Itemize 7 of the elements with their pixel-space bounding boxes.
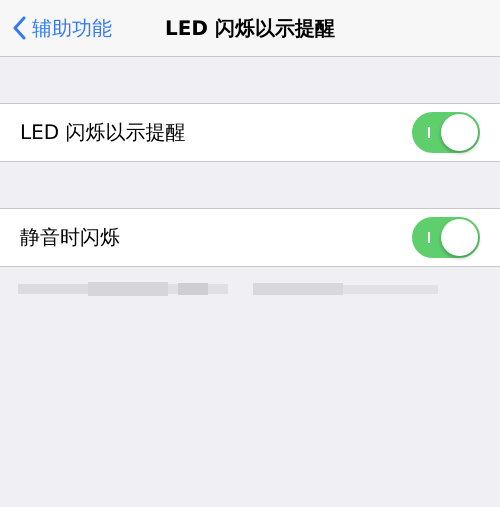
back-chevron-icon (12, 16, 26, 40)
back-button[interactable]: 辅助功能 (0, 14, 118, 42)
toggle-switch[interactable] (412, 217, 480, 258)
row-label: LED 闪烁以示提醒 (20, 119, 186, 146)
row-label: 静音时闪烁 (20, 224, 120, 251)
toggle-switch[interactable] (412, 112, 480, 153)
nav-title: LED 闪烁以示提醒 (165, 14, 335, 42)
